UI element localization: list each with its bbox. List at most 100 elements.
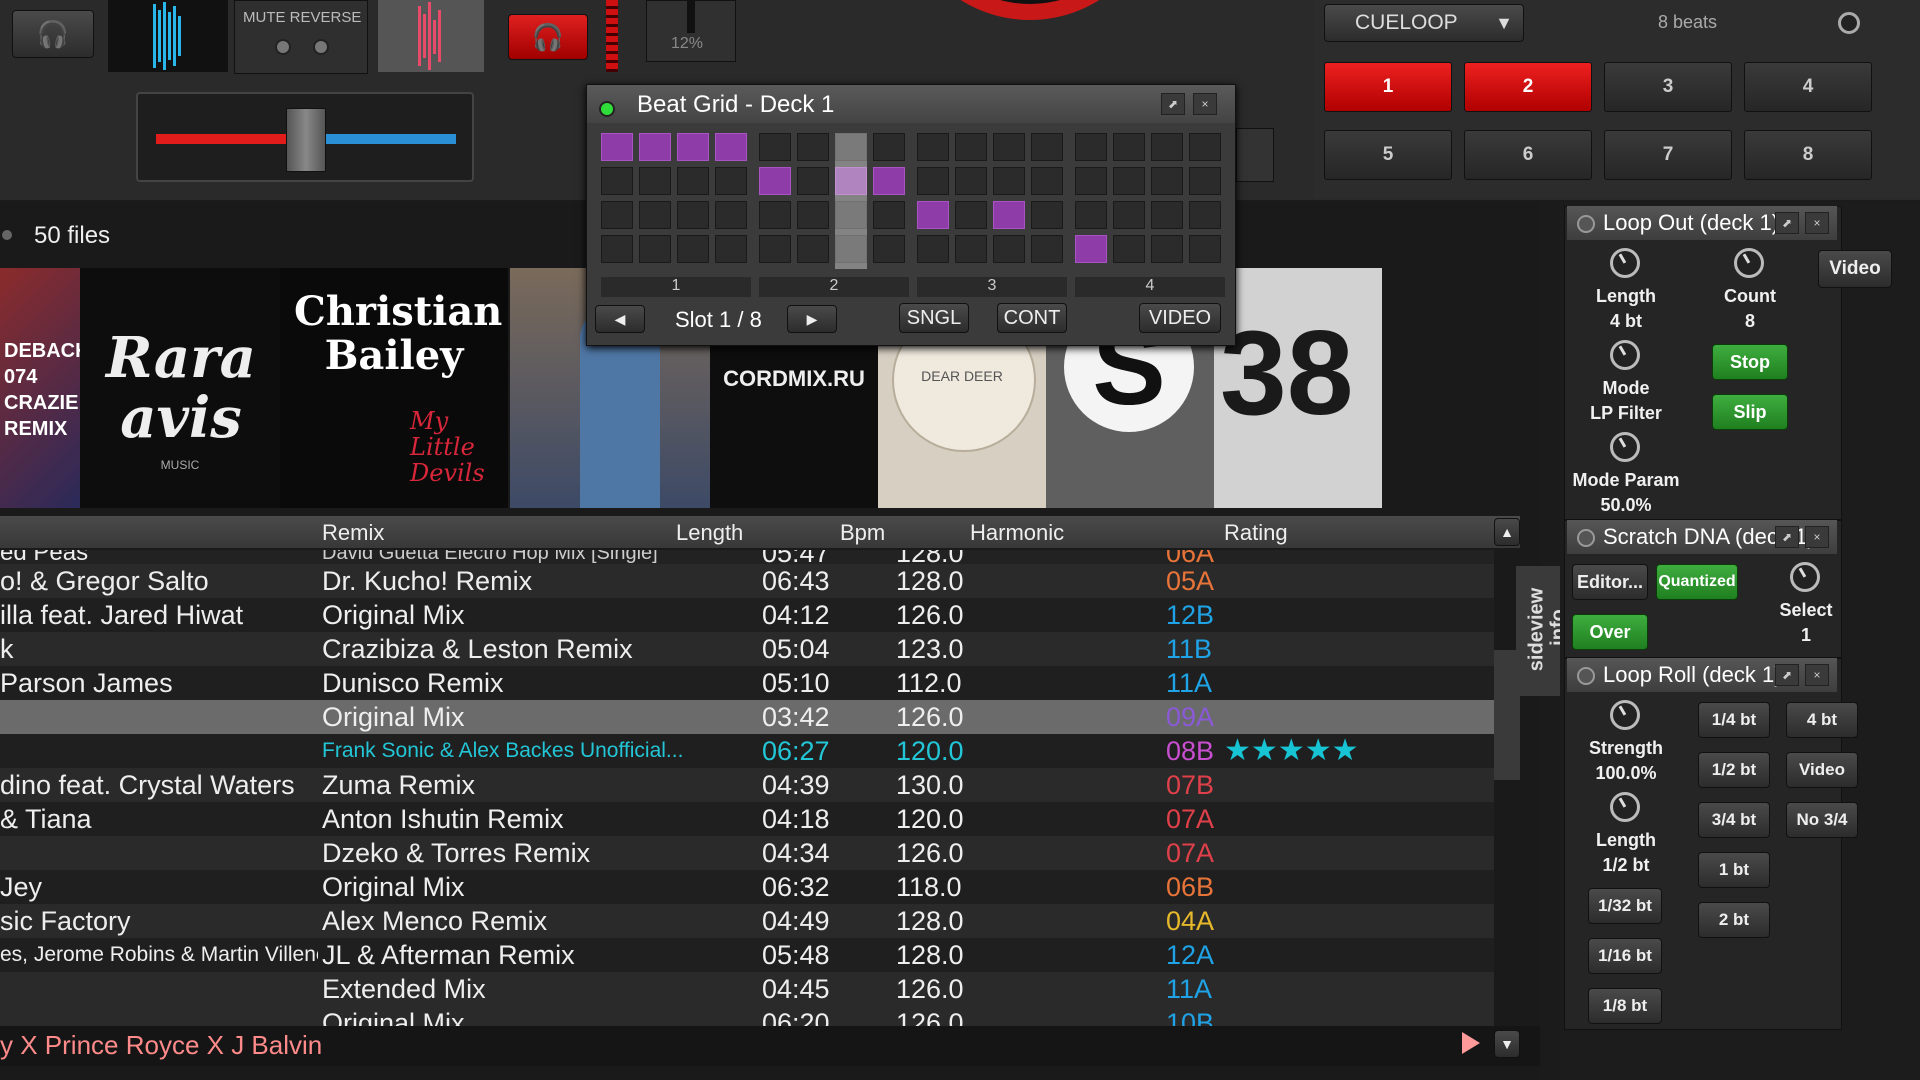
rating-stars[interactable]: ★★★★★	[1224, 734, 1359, 768]
beatgrid-cell[interactable]	[873, 133, 905, 161]
star-icon[interactable]: ★	[1278, 734, 1305, 767]
beatgrid-cell[interactable]	[993, 201, 1025, 229]
beatgrid-cell[interactable]	[1113, 235, 1145, 263]
headphone-button-right[interactable]: 🎧	[508, 14, 588, 60]
loop-count-knob[interactable]	[1734, 248, 1764, 278]
beatgrid-cell[interactable]	[759, 133, 791, 161]
beatgrid-cell[interactable]	[917, 167, 949, 195]
power-icon[interactable]	[1577, 667, 1595, 685]
reverse-toggle[interactable]	[313, 39, 329, 55]
beatgrid-cell[interactable]	[873, 201, 905, 229]
beatgrid-cell[interactable]	[955, 167, 987, 195]
loop-out-pin-button[interactable]: ⬈	[1775, 212, 1799, 234]
beatgrid-cell[interactable]	[993, 235, 1025, 263]
beatgrid-close-button[interactable]: ×	[1193, 93, 1217, 115]
power-icon[interactable]	[1577, 529, 1595, 547]
table-row[interactable]: Dzeko & Torres Remix 04:34 126.0 07A	[0, 836, 1494, 870]
beatgrid-cell[interactable]	[677, 235, 709, 263]
beatgrid-cell[interactable]	[759, 235, 791, 263]
beatgrid-cell[interactable]	[873, 235, 905, 263]
sampler-pad-6[interactable]: 6	[1464, 130, 1592, 180]
beatgrid-cell[interactable]	[1075, 235, 1107, 263]
table-row[interactable]: Parson James Dunisco Remix 05:10 112.0 11A	[0, 666, 1494, 700]
beatgrid-sngl-button[interactable]: SNGL	[899, 303, 969, 333]
loop-roll-header[interactable]: Loop Roll (deck 1) ⬈ ×	[1567, 658, 1837, 692]
center-c-button[interactable]	[1236, 128, 1274, 182]
roll-video-button[interactable]: Video	[1786, 752, 1858, 788]
beatgrid-cell[interactable]	[759, 167, 791, 195]
beatgrid-cell[interactable]	[917, 235, 949, 263]
table-row[interactable]: illa feat. Jared Hiwat Original Mix 04:12 1…	[0, 598, 1494, 632]
beatgrid-cell[interactable]	[797, 167, 829, 195]
crossfader-handle[interactable]	[286, 108, 326, 172]
col-header-harmonic[interactable]: Harmonic	[970, 518, 1064, 548]
pitch-slider-thumb[interactable]	[687, 1, 695, 33]
sampler-options-knob[interactable]	[1838, 12, 1860, 34]
sampler-pad-4[interactable]: 4	[1744, 62, 1872, 112]
beatgrid-cell[interactable]	[677, 167, 709, 195]
roll-4-button[interactable]: 4 bt	[1786, 702, 1858, 738]
beatgrid-cell[interactable]	[759, 201, 791, 229]
sampler-pad-8[interactable]: 8	[1744, 130, 1872, 180]
scratch-pin-button[interactable]: ⬈	[1775, 526, 1799, 548]
col-header-bpm[interactable]: Bpm	[840, 518, 885, 548]
beatgrid-cell[interactable]	[1151, 201, 1183, 229]
beatgrid-cell[interactable]	[955, 201, 987, 229]
beatgrid-cell[interactable]	[1189, 235, 1221, 263]
beatgrid-cell[interactable]	[601, 167, 633, 195]
table-row[interactable]: Extended Mix 04:45 126.0 11A	[0, 972, 1494, 1006]
headphone-button-left[interactable]: 🎧	[12, 10, 94, 58]
table-row[interactable]: Jey Original Mix 06:32 118.0 06B	[0, 870, 1494, 904]
loop-roll-pin-button[interactable]: ⬈	[1775, 664, 1799, 686]
loop-mode-knob[interactable]	[1610, 340, 1640, 370]
table-row[interactable]: ed Peas David Guetta Electro Hop Mix [Sin…	[0, 550, 1494, 568]
beatgrid-cell[interactable]	[1189, 167, 1221, 195]
album-cover-1[interactable]: DEBACK 074 CRAZIE REMIX	[0, 268, 80, 508]
roll-1-button[interactable]: 1 bt	[1698, 852, 1770, 888]
table-row[interactable]: o! & Gregor Salto Dr. Kucho! Remix 06:43 12…	[0, 564, 1494, 598]
beatgrid-cell[interactable]	[715, 167, 747, 195]
beatgrid-cell[interactable]	[1075, 201, 1107, 229]
col-header-remix[interactable]: Remix	[322, 518, 384, 548]
beatgrid-cell[interactable]	[993, 133, 1025, 161]
loop-roll-close-button[interactable]: ×	[1805, 664, 1829, 686]
beatgrid-cell[interactable]	[1075, 133, 1107, 161]
star-icon[interactable]: ★	[1305, 734, 1332, 767]
beatgrid-cell[interactable]	[1151, 167, 1183, 195]
sampler-pad-3[interactable]: 3	[1604, 62, 1732, 112]
roll-1-4-button[interactable]: 1/4 bt	[1698, 702, 1770, 738]
beatgrid-cell[interactable]	[601, 235, 633, 263]
star-icon[interactable]: ★	[1251, 734, 1278, 767]
sampler-pad-5[interactable]: 5	[1324, 130, 1452, 180]
scratch-dna-header[interactable]: Scratch DNA (deck 1) ⬈ ×	[1567, 520, 1837, 554]
table-row[interactable]: es, Jerome Robins & Martin Villene... JL …	[0, 938, 1494, 972]
beatgrid-cell[interactable]	[601, 201, 633, 229]
table-row[interactable]: & Tiana Anton Ishutin Remix 04:18 120.0 07A	[0, 802, 1494, 836]
star-icon[interactable]: ★	[1224, 734, 1251, 767]
loop-length-knob[interactable]	[1610, 248, 1640, 278]
sampler-pad-2[interactable]: 2	[1464, 62, 1592, 112]
beatgrid-next-button[interactable]: ▶	[787, 305, 837, 333]
beatgrid-cell[interactable]	[1113, 133, 1145, 161]
roll-1-16-button[interactable]: 1/16 bt	[1588, 938, 1662, 974]
beatgrid-cell[interactable]	[1189, 201, 1221, 229]
beatgrid-cell[interactable]	[1031, 167, 1063, 195]
star-icon[interactable]: ★	[1332, 734, 1359, 767]
beatgrid-cell[interactable]	[639, 235, 671, 263]
album-cover-3[interactable]: Christian Bailey My Little Devils	[280, 268, 508, 508]
beatgrid-cell[interactable]	[797, 133, 829, 161]
beatgrid-video-button[interactable]: VIDEO	[1139, 303, 1221, 333]
mute-toggle[interactable]	[275, 39, 291, 55]
beatgrid-cont-button[interactable]: CONT	[997, 303, 1067, 333]
sampler-pad-7[interactable]: 7	[1604, 130, 1732, 180]
beatgrid-prev-button[interactable]: ◀	[595, 305, 645, 333]
beatgrid-cell[interactable]	[715, 201, 747, 229]
scroll-up-button[interactable]: ▲	[1494, 518, 1520, 546]
col-header-rating[interactable]: Rating	[1224, 518, 1288, 548]
beatgrid-cell[interactable]	[601, 133, 633, 161]
roll-3-4-button[interactable]: 3/4 bt	[1698, 802, 1770, 838]
beatgrid-cell[interactable]	[639, 167, 671, 195]
beatgrid-cell[interactable]	[639, 201, 671, 229]
sampler-mode-dropdown[interactable]: CUELOOP ▼	[1324, 4, 1524, 42]
sampler-pad-1[interactable]: 1	[1324, 62, 1452, 112]
